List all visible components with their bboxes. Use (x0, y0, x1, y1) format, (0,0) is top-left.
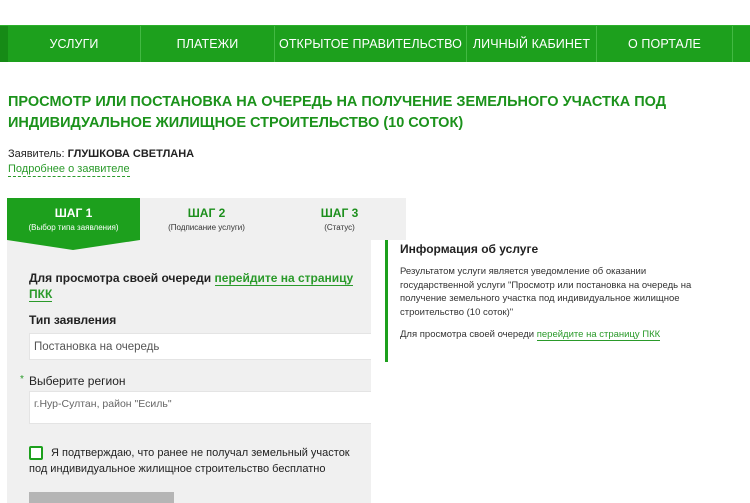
nav-item-about-portal[interactable]: О ПОРТАЛЕ (596, 26, 732, 62)
step-2-tab[interactable]: ШАГ 2 (Подписание услуги) (140, 198, 273, 240)
applicant-details-link[interactable]: Подробнее о заявителе (8, 163, 130, 177)
submit-button[interactable] (29, 492, 174, 503)
steps-tabs: ШАГ 1 (Выбор типа заявления) ШАГ 2 (Подп… (7, 198, 406, 240)
nav-item-payments[interactable]: ПЛАТЕЖИ (140, 26, 274, 62)
confirmation-checkbox[interactable] (29, 446, 43, 460)
page: УСЛУГИ ПЛАТЕЖИ ОТКРЫТОЕ ПРАВИТЕЛЬСТВО ЛИ… (0, 0, 750, 503)
info-pkk-notice: Для просмотра своей очереди перейдите на… (400, 329, 661, 341)
top-navigation: УСЛУГИ ПЛАТЕЖИ ОТКРЫТОЕ ПРАВИТЕЛЬСТВО ЛИ… (0, 25, 750, 62)
step-subtitle: (Статус) (324, 223, 355, 232)
step-title: ШАГ 2 (187, 206, 226, 220)
step-3-tab[interactable]: ШАГ 3 (Статус) (273, 198, 406, 240)
page-title: ПРОСМОТР ИЛИ ПОСТАНОВКА НА ОЧЕРЕДЬ НА ПО… (8, 94, 667, 131)
confirmation-text: Я подтверждаю, что ранее не получал земе… (29, 447, 350, 475)
step-title: ШАГ 3 (320, 206, 359, 220)
nav-item-personal-account[interactable]: ЛИЧНЫЙ КАБИНЕТ (466, 26, 596, 62)
info-pkk-link[interactable]: перейдите на страницу ПКК (536, 329, 661, 341)
region-input[interactable]: г.Нур-Султан, район "Есиль" (29, 391, 371, 424)
nav-tail (732, 26, 750, 62)
applicant-name: ГЛУШКОВА СВЕТЛАНА (67, 148, 195, 160)
nav-item-services[interactable]: УСЛУГИ (8, 26, 140, 62)
applicant-label: Заявитель: (8, 148, 65, 160)
pkk-notice-text: Для просмотра своей очереди (29, 271, 212, 285)
step-subtitle: (Выбор типа заявления) (28, 223, 119, 232)
nav-item-open-government[interactable]: ОТКРЫТОЕ ПРАВИТЕЛЬСТВО (274, 26, 466, 62)
required-asterisk: * (20, 374, 24, 385)
info-accent-bar (385, 240, 388, 362)
step-subtitle: (Подписание услуги) (168, 223, 245, 232)
region-label: Выберите регион (29, 374, 126, 388)
info-pkk-text: Для просмотра своей очереди (400, 329, 535, 340)
applicant-line: Заявитель: ГЛУШКОВА СВЕТЛАНА (8, 148, 194, 160)
application-type-select[interactable]: Постановка на очередь (29, 333, 371, 360)
step-title: ШАГ 1 (54, 206, 93, 220)
service-info-text: Результатом услуги является уведомление … (400, 266, 692, 318)
nav-stub (0, 26, 8, 62)
pkk-notice: Для просмотра своей очереди перейдите на… (29, 270, 359, 302)
step-1-tab[interactable]: ШАГ 1 (Выбор типа заявления) (7, 198, 140, 240)
service-info-title: Информация об услуге (400, 242, 539, 256)
application-type-label: Тип заявления (29, 313, 117, 327)
active-step-arrow (7, 240, 140, 250)
